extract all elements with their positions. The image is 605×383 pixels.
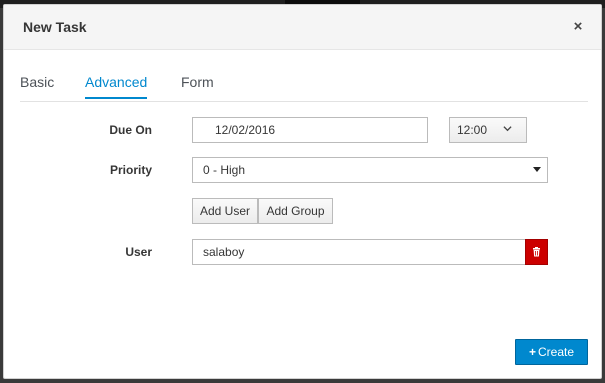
- plus-icon: +: [528, 345, 536, 359]
- tab-advanced[interactable]: Advanced: [85, 74, 148, 99]
- create-label: Create: [537, 345, 575, 359]
- priority-label: Priority: [109, 163, 152, 177]
- due-time-value: 12:00: [457, 123, 488, 137]
- dialog-header: New Task ×: [4, 5, 601, 50]
- user-label: User: [125, 245, 152, 259]
- tab-basic[interactable]: Basic: [20, 74, 54, 97]
- priority-value: 0 - High: [203, 163, 246, 177]
- remove-user-button[interactable]: [525, 239, 548, 265]
- close-icon[interactable]: ×: [570, 19, 586, 35]
- due-on-label: Due On: [109, 123, 152, 137]
- trash-icon: [533, 247, 540, 257]
- chevron-down-icon: [503, 119, 512, 143]
- add-group-button[interactable]: Add Group: [258, 198, 333, 224]
- new-task-dialog: New Task × Basic Advanced Form Due On 12…: [3, 4, 602, 379]
- due-date-input[interactable]: 12/02/2016: [192, 117, 428, 143]
- tab-bar: Basic Advanced Form: [20, 68, 588, 102]
- due-time-select[interactable]: 12:00: [449, 117, 527, 143]
- tab-form[interactable]: Form: [181, 74, 214, 97]
- user-input[interactable]: salaboy: [192, 239, 526, 265]
- dialog-title: New Task: [23, 19, 87, 35]
- caret-down-icon: [533, 158, 541, 191]
- priority-select[interactable]: 0 - High: [192, 157, 548, 183]
- add-user-button[interactable]: Add User: [192, 198, 258, 224]
- create-button[interactable]: + Create: [515, 339, 588, 365]
